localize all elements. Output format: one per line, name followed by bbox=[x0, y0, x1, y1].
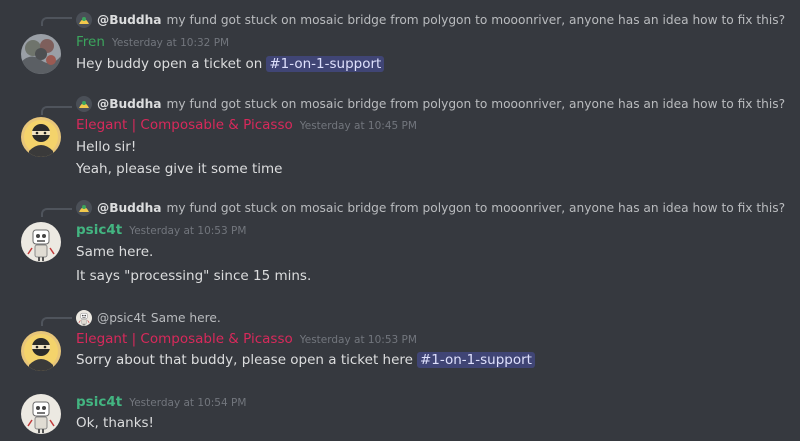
reply-preview[interactable]: @Buddha my fund got stuck on mosaic brid… bbox=[76, 199, 785, 217]
reply-mention[interactable]: @Buddha bbox=[97, 97, 162, 111]
message-header: Fren Yesterday at 10:32 PM bbox=[76, 34, 229, 54]
reply-spine bbox=[41, 317, 72, 326]
author-name[interactable]: psic4t bbox=[76, 394, 122, 410]
channel-mention[interactable]: #1-on-1-support bbox=[266, 56, 385, 72]
avatar[interactable] bbox=[21, 394, 61, 434]
author-name[interactable]: psic4t bbox=[76, 222, 122, 238]
message-text: Same here. bbox=[76, 244, 154, 260]
message-text: Hey buddy open a ticket on bbox=[76, 56, 263, 72]
author-name[interactable]: Elegant | Composable & Picasso bbox=[76, 331, 293, 347]
avatar-icon bbox=[76, 310, 92, 326]
avatar-icon bbox=[76, 200, 92, 216]
reply-text: my fund got stuck on mosaic bridge from … bbox=[166, 13, 786, 27]
reply-mention[interactable]: @Buddha bbox=[97, 13, 162, 27]
chat-messages: @Buddha my fund got stuck on mosaic brid… bbox=[0, 0, 800, 441]
message-content: Sorry about that buddy, please open a ti… bbox=[76, 350, 535, 370]
reply-spine bbox=[41, 17, 72, 26]
timestamp: Yesterday at 10:45 PM bbox=[299, 120, 417, 132]
reply-text: my fund got stuck on mosaic bridge from … bbox=[166, 201, 786, 215]
reply-text: my fund got stuck on mosaic bridge from … bbox=[166, 97, 786, 111]
timestamp: Yesterday at 10:54 PM bbox=[129, 397, 247, 409]
message-text: Sorry about that buddy, please open a ti… bbox=[76, 352, 413, 368]
message-text: Yeah, please give it some time bbox=[76, 161, 283, 177]
reply-text: Same here. bbox=[150, 311, 221, 325]
timestamp: Yesterday at 10:53 PM bbox=[299, 334, 417, 346]
message-header: Elegant | Composable & Picasso Yesterday… bbox=[76, 117, 417, 137]
message-header: Elegant | Composable & Picasso Yesterday… bbox=[76, 331, 417, 351]
author-name[interactable]: Elegant | Composable & Picasso bbox=[76, 117, 293, 133]
reply-preview[interactable]: @Buddha my fund got stuck on mosaic brid… bbox=[76, 11, 785, 29]
reply-spine bbox=[41, 208, 72, 217]
reply-preview[interactable]: @Buddha my fund got stuck on mosaic brid… bbox=[76, 95, 785, 113]
message-text: It says "processing" since 15 mins. bbox=[76, 268, 312, 284]
message-text: Hello sir! bbox=[76, 139, 137, 155]
message-header: psic4t Yesterday at 10:54 PM bbox=[76, 394, 246, 414]
reply-mention[interactable]: @psic4t bbox=[97, 311, 146, 325]
avatar[interactable] bbox=[21, 117, 61, 157]
reply-preview[interactable]: @psic4t Same here. bbox=[76, 309, 221, 327]
avatar[interactable] bbox=[21, 34, 61, 74]
reply-spine bbox=[41, 106, 72, 115]
author-name[interactable]: Fren bbox=[76, 34, 105, 50]
channel-mention[interactable]: #1-on-1-support bbox=[416, 352, 535, 368]
timestamp: Yesterday at 10:53 PM bbox=[129, 225, 247, 237]
timestamp: Yesterday at 10:32 PM bbox=[111, 37, 230, 49]
avatar-icon bbox=[76, 12, 92, 28]
message-header: psic4t Yesterday at 10:53 PM bbox=[76, 222, 246, 242]
avatar[interactable] bbox=[21, 331, 61, 371]
message-text: Ok, thanks! bbox=[76, 415, 154, 431]
avatar-icon bbox=[76, 96, 92, 112]
avatar[interactable] bbox=[21, 222, 61, 262]
reply-mention[interactable]: @Buddha bbox=[97, 201, 162, 215]
message-content: Hey buddy open a ticket on #1-on-1-suppo… bbox=[76, 54, 385, 74]
